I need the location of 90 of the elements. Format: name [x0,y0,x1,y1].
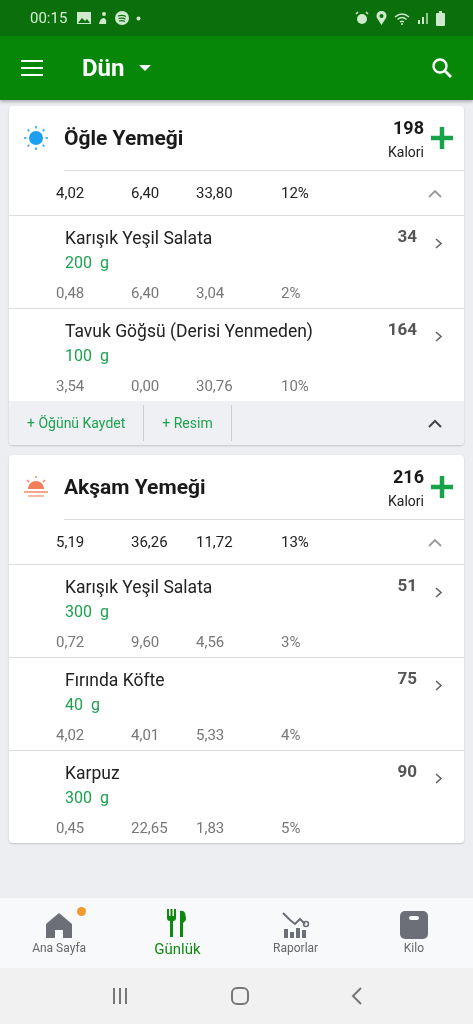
macro-value: 4,01 [131,726,161,744]
add-button[interactable] [430,475,454,499]
total-value: 13% [281,533,310,551]
macro-value: 0,00 [131,377,161,395]
macro-value: 6,40 [131,284,161,302]
food-name: Fırında Köfte [65,670,166,690]
macro-value: 4,56 [196,633,226,651]
signal-icon [417,12,429,24]
date-title[interactable]: Dün [82,54,125,82]
sun-icon [23,125,49,151]
footer-action[interactable]: + Öğünü Kaydet [9,405,145,441]
nav-tab[interactable]: Ana Sayfa [0,911,119,955]
food-calories: 90 [397,761,417,781]
nav-tab[interactable]: Günlük [118,908,237,958]
macro-value: 3,04 [196,284,226,302]
house-icon [44,911,75,939]
calories-label: Kalori [388,492,424,509]
total-value: 4,02 [56,184,86,202]
footer-action[interactable]: + Resim [144,405,232,441]
collapse-icon[interactable] [428,418,442,428]
food-amount: 300 g [65,788,110,807]
alarm-icon [355,11,369,25]
macro-value: 0,72 [56,633,86,651]
location-icon [376,11,387,25]
menu-button[interactable] [20,59,44,77]
food-calories: 164 [387,319,417,339]
add-button[interactable] [430,126,454,150]
calories-label: Kalori [388,143,424,160]
food-amount: 100 g [65,346,110,365]
wifi-icon [394,11,410,25]
macro-value: 4,02 [56,726,86,744]
macro-value: 10% [281,377,310,395]
macro-value: 5,33 [196,726,226,744]
total-value: 12% [281,184,310,202]
chevron-right-icon [435,680,442,691]
chart-icon [281,911,310,939]
home-button[interactable] [229,986,250,1006]
scale-icon [399,911,428,939]
food-calories: 51 [397,575,417,595]
total-value: 5,19 [56,533,86,551]
food-row[interactable]: Karpuz 90 300 g 0,45 22,65 1,83 5% [9,750,464,843]
food-calories: 75 [397,668,417,688]
food-calories: 34 [397,226,417,246]
food-row[interactable]: Fırında Köfte 75 40 g 4,02 4,01 5,33 4% [9,657,464,750]
back-button[interactable] [350,987,363,1005]
nav-tab[interactable]: Kilo [354,911,473,955]
food-row[interactable]: Karışık Yeşil Salata 51 300 g 0,72 9,60 4,56 3% [9,564,464,657]
fork-knife-icon [166,908,189,938]
figure-icon [98,11,109,25]
sunset-icon [23,475,49,499]
food-name: Karışık Yeşil Salata [65,228,214,248]
macro-value: 0,48 [56,284,86,302]
food-amount: 300 g [65,602,110,621]
status-time: 00:15 [30,9,68,27]
macro-value: 5% [281,819,302,837]
macro-value: 22,65 [131,819,169,837]
meal-title: Öğle Yemeği [64,126,185,150]
recents-button[interactable] [110,987,129,1005]
macro-value: 9,60 [131,633,161,651]
image-icon [77,12,92,24]
total-value: 6,40 [131,184,161,202]
battery-icon [436,10,445,26]
total-value: 11,72 [196,533,234,551]
macro-value: 4% [281,726,302,744]
chevron-right-icon [435,587,442,598]
total-value: 36,26 [131,533,169,551]
chevron-right-icon [435,331,442,342]
chevron-right-icon [435,238,442,249]
chevron-right-icon [435,773,442,784]
food-row[interactable]: Karışık Yeşil Salata 34 200 g 0,48 6,40 3,04 2% [9,215,464,308]
macro-value: 30,76 [196,377,234,395]
meal-calories: 216 [393,465,424,487]
food-amount: 40 g [65,695,101,714]
macro-value: 3,54 [56,377,86,395]
dropdown-icon[interactable] [138,64,151,72]
macro-value: 2% [281,284,302,302]
nav-tab[interactable]: Raporlar [236,911,355,955]
meal-title: Akşam Yemeği [64,475,207,499]
macro-value: 1,83 [196,819,226,837]
food-name: Karışık Yeşil Salata [65,577,214,597]
food-amount: 200 g [65,253,110,272]
meal-calories: 198 [393,116,424,138]
dot-icon [136,15,142,21]
food-name: Tavuk Göğsü (Derisi Yenmeden) [65,321,314,341]
macro-value: 0,45 [56,819,86,837]
search-button[interactable] [431,57,453,79]
macro-value: 3% [281,633,302,651]
music-app-icon [115,11,130,25]
total-value: 33,80 [196,184,234,202]
food-name: Karpuz [65,763,121,783]
